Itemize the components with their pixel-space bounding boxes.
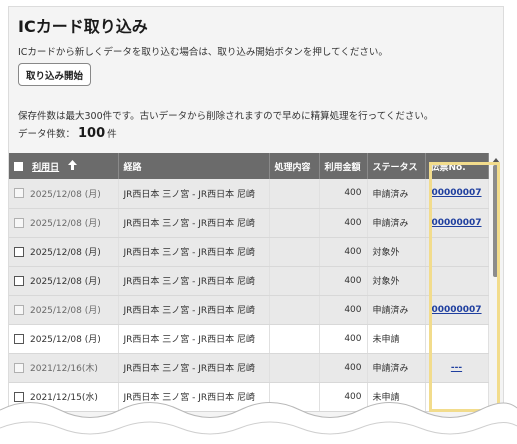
date-cell: 2025/12/08 (月) bbox=[9, 324, 119, 354]
page-description: ICカードから新しくデータを取り込む場合は、取り込み開始ボタンを押してください。 bbox=[18, 47, 388, 58]
amount-cell: 400 bbox=[319, 353, 368, 383]
checkbox-icon[interactable] bbox=[14, 333, 24, 344]
date-text: 2021/12/16(木) bbox=[30, 364, 98, 374]
processing-cell bbox=[269, 208, 320, 238]
amount-cell: 400 bbox=[319, 295, 368, 325]
status-cell: 申請済み bbox=[367, 179, 426, 209]
amount-cell: 400 bbox=[319, 266, 368, 296]
import-start-button[interactable]: 取り込み開始 bbox=[18, 63, 91, 86]
table-row: 2021/12/16(木) JR西日本 三ノ宮 - JR西日本 尼崎 400 申… bbox=[9, 353, 489, 383]
slip-link[interactable]: 00000007 bbox=[431, 218, 481, 228]
torn-edge bbox=[0, 402, 517, 444]
route-cell: JR西日本 三ノ宮 - JR西日本 尼崎 bbox=[118, 208, 270, 238]
checkbox-icon bbox=[14, 188, 24, 199]
ic-card-data-table: 利用日 経路 処理内容 利用金額 ステータス 伝票No. 2025/12/08 … bbox=[9, 153, 489, 412]
header-slip: 伝票No. bbox=[425, 153, 489, 179]
select-all-checkbox[interactable] bbox=[14, 161, 23, 171]
header-status: ステータス bbox=[367, 153, 426, 179]
status-cell: 申請済み bbox=[367, 295, 426, 325]
data-count-unit: 件 bbox=[107, 129, 117, 140]
scroll-up-arrow-icon[interactable] bbox=[492, 158, 500, 163]
date-cell: 2025/12/08 (月) bbox=[9, 237, 119, 267]
data-count: データ件数： 100 件 bbox=[18, 126, 117, 141]
route-cell: JR西日本 三ノ宮 - JR西日本 尼崎 bbox=[118, 324, 270, 354]
page-title: ICカード取り込み bbox=[18, 17, 148, 36]
amount-cell: 400 bbox=[319, 208, 368, 238]
route-cell: JR西日本 三ノ宮 - JR西日本 尼崎 bbox=[118, 266, 270, 296]
storage-note: 保存件数は最大300件です。古いデータから削除されますので早めに精算処理を行って… bbox=[18, 111, 434, 122]
checkbox-icon bbox=[14, 304, 24, 315]
date-cell: 2021/12/16(木) bbox=[9, 353, 119, 383]
status-cell: 申請済み bbox=[367, 208, 426, 238]
date-text: 2025/12/08 (月) bbox=[30, 219, 101, 229]
route-cell: JR西日本 三ノ宮 - JR西日本 尼崎 bbox=[118, 295, 270, 325]
processing-cell bbox=[269, 237, 320, 267]
slip-cell: 00000007 bbox=[425, 179, 489, 209]
slip-cell bbox=[425, 324, 489, 354]
checkbox-icon[interactable] bbox=[14, 246, 24, 257]
slip-cell: 00000007 bbox=[425, 208, 489, 238]
slip-cell bbox=[425, 237, 489, 267]
table-row: 2025/12/08 (月) JR西日本 三ノ宮 - JR西日本 尼崎 400 … bbox=[9, 324, 489, 354]
slip-cell bbox=[425, 266, 489, 296]
slip-cell: 00000007 bbox=[425, 295, 489, 325]
processing-cell bbox=[269, 353, 320, 383]
amount-cell: 400 bbox=[319, 179, 368, 209]
checkbox-icon bbox=[14, 362, 24, 373]
status-cell: 申請済み bbox=[367, 353, 426, 383]
date-cell: 2025/12/08 (月) bbox=[9, 266, 119, 296]
header-processing: 処理内容 bbox=[269, 153, 320, 179]
checkbox-icon bbox=[14, 217, 24, 228]
processing-cell bbox=[269, 295, 320, 325]
table-row: 2025/12/08 (月) JR西日本 三ノ宮 - JR西日本 尼崎 400 … bbox=[9, 295, 489, 325]
date-text: 2025/12/08 (月) bbox=[30, 306, 101, 316]
date-cell: 2025/12/08 (月) bbox=[9, 179, 119, 209]
date-text: 2025/12/08 (月) bbox=[30, 189, 101, 200]
header-amount: 利用金額 bbox=[319, 153, 368, 179]
amount-cell: 400 bbox=[319, 324, 368, 354]
processing-cell bbox=[269, 266, 320, 296]
status-cell: 未申請 bbox=[367, 324, 426, 354]
table-row: 2025/12/08 (月) JR西日本 三ノ宮 - JR西日本 尼崎 400 … bbox=[9, 266, 489, 296]
table-row: 2025/12/08 (月) JR西日本 三ノ宮 - JR西日本 尼崎 400 … bbox=[9, 208, 489, 238]
date-text: 2025/12/08 (月) bbox=[30, 335, 101, 345]
date-text: 2025/12/08 (月) bbox=[30, 277, 101, 287]
route-cell: JR西日本 三ノ宮 - JR西日本 尼崎 bbox=[118, 237, 270, 267]
route-cell: JR西日本 三ノ宮 - JR西日本 尼崎 bbox=[118, 179, 270, 209]
header-route: 経路 bbox=[118, 153, 270, 179]
arrow-up-icon bbox=[68, 159, 78, 173]
amount-cell: 400 bbox=[319, 237, 368, 267]
vertical-scrollbar[interactable] bbox=[493, 165, 498, 277]
status-cell: 対象外 bbox=[367, 266, 426, 296]
table-row: 2025/12/08 (月) JR西日本 三ノ宮 - JR西日本 尼崎 400 … bbox=[9, 179, 489, 209]
slip-link[interactable]: 00000007 bbox=[431, 188, 481, 198]
header-date[interactable]: 利用日 bbox=[9, 153, 119, 179]
date-cell: 2025/12/08 (月) bbox=[9, 295, 119, 325]
date-text: 2025/12/08 (月) bbox=[30, 248, 101, 258]
checkbox-icon[interactable] bbox=[14, 275, 24, 286]
data-count-label: データ件数： bbox=[18, 129, 76, 140]
table-header-row: 利用日 経路 処理内容 利用金額 ステータス 伝票No. bbox=[9, 153, 489, 179]
table-row: 2025/12/08 (月) JR西日本 三ノ宮 - JR西日本 尼崎 400 … bbox=[9, 237, 489, 267]
processing-cell bbox=[269, 324, 320, 354]
route-cell: JR西日本 三ノ宮 - JR西日本 尼崎 bbox=[118, 353, 270, 383]
slip-link[interactable]: --- bbox=[451, 363, 462, 373]
processing-cell bbox=[269, 179, 320, 209]
date-cell: 2025/12/08 (月) bbox=[9, 208, 119, 238]
slip-cell: --- bbox=[425, 353, 489, 383]
status-cell: 対象外 bbox=[367, 237, 426, 267]
slip-link[interactable]: 00000007 bbox=[431, 305, 481, 315]
sort-date-link[interactable]: 利用日 bbox=[32, 163, 59, 173]
data-count-value: 100 bbox=[78, 126, 106, 141]
